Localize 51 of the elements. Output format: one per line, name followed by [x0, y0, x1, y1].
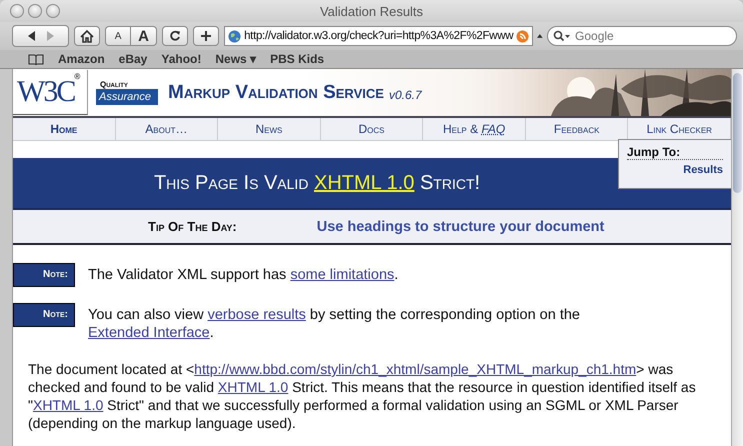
service-title: Markup Validation Service [168, 82, 384, 104]
reload-button[interactable] [162, 26, 188, 46]
bookmark-link[interactable]: PBS Kids [270, 52, 324, 66]
tip-text: Use headings to structure your document [316, 218, 604, 234]
link[interactable]: XHTML 1.0 [314, 172, 414, 194]
home-button[interactable] [74, 26, 100, 46]
url-text: http://validator.w3.org/check?uri=http%3A%2F%2Fwww [244, 30, 514, 42]
back-forward-button[interactable] [12, 25, 70, 47]
note-label: Note: [13, 303, 75, 327]
scrollbar[interactable] [731, 69, 743, 446]
text-bigger-button[interactable]: A [131, 26, 158, 46]
zoom-button[interactable] [46, 4, 60, 18]
window-title: Validation Results [320, 4, 424, 18]
bookmark-link[interactable]: Yahoo! [161, 52, 202, 66]
note-text: The Validator XML support has some limitations. [88, 266, 400, 284]
result-paragraph: The document located at <http://www.bbd.com/stylin/ch1_xhtml/sample_XHTML_markup_ch1.htm> was checked and found to be valid XHTML 1.0 Strict. This means that the resource in question identified itself as "XHTML 1.0 Strict" and that we successfully performed a formal validation using an SGML or XML Parser (depending on the markup language used). [27, 360, 697, 432]
nav-link[interactable]: Home [13, 118, 116, 140]
globe-icon [228, 30, 242, 42]
nav-link[interactable]: About… [116, 118, 218, 140]
bookmark-link[interactable]: eBay [118, 52, 148, 66]
minimize-button[interactable] [28, 4, 42, 18]
note-text: You can also view verbose results by setting the corresponding option on the Extended Interface. [88, 306, 581, 342]
nav-link[interactable]: Help & FAQ [423, 118, 526, 140]
home-icon [80, 30, 94, 42]
search-field[interactable]: Google [547, 26, 738, 46]
link[interactable]: verbose results [208, 307, 306, 323]
plus-icon [200, 30, 212, 42]
address-field[interactable]: http://validator.w3.org/check?uri=http%3A%2F%2Fwww [224, 26, 534, 46]
link[interactable]: XHTML 1.0 [32, 397, 104, 413]
link[interactable]: http://www.bbd.com/stylin/ch1_xhtml/sample_XHTML_markup_ch1.htm [194, 361, 636, 377]
reload-icon [169, 30, 182, 42]
note-label: Note: [13, 263, 75, 287]
nav-link[interactable]: News [218, 118, 321, 140]
jump-to-title: Jump To: [627, 145, 723, 160]
tip-label: Tip Of The Day: [148, 219, 237, 234]
bookmark-link[interactable]: News ▾ [215, 52, 256, 66]
version-label: v0.6.7 [388, 88, 422, 102]
link[interactable]: some limitations [290, 267, 394, 283]
w3c-logo[interactable]: W3C$^{®}$ [13, 70, 88, 115]
link[interactable]: XHTML 1.0 [218, 379, 288, 395]
rss-icon [516, 30, 530, 42]
nav-link[interactable]: Docs [320, 118, 424, 140]
book-icon[interactable] [28, 54, 44, 64]
jump-link[interactable]: Results [683, 164, 723, 176]
resize-handle-icon[interactable] [537, 33, 544, 39]
validity-heading: This Page Is Valid XHTML 1.0 Strict! [154, 172, 480, 194]
add-bookmark-button[interactable] [193, 26, 220, 46]
text-smaller-button[interactable]: A [105, 26, 132, 46]
bookmark-link[interactable]: Amazon [58, 52, 105, 66]
link[interactable]: Extended Interface [88, 325, 210, 341]
close-button[interactable] [10, 4, 24, 18]
